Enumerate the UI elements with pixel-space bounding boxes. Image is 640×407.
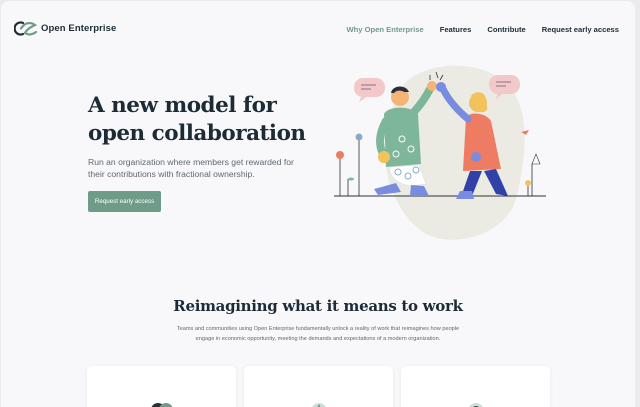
page: Open Enterprise Why Open Enterprise Feat…	[1, 1, 635, 407]
badge-icon	[469, 403, 483, 407]
nav-link-contribute[interactable]: Contribute	[487, 25, 525, 34]
nav-link-request-early-access[interactable]: Request early access	[542, 25, 619, 34]
hero-subtitle: Run an organization where members get re…	[88, 157, 294, 179]
open-enterprise-logo-icon	[14, 21, 38, 36]
tree-icon	[312, 403, 326, 407]
hero-title: A new model for open collaboration	[88, 92, 308, 148]
brand-name: Open Enterprise	[41, 23, 117, 34]
section-description: Teams and communities using Open Enterpr…	[176, 326, 460, 342]
request-early-access-button[interactable]: Request early access	[88, 191, 161, 212]
feature-card-1[interactable]	[87, 366, 236, 407]
nav-link-why-open-enterprise[interactable]: Why Open Enterprise	[346, 25, 423, 34]
nav-link-features[interactable]: Features	[440, 25, 472, 34]
hero-illustration	[334, 65, 546, 240]
nav-links: Why Open Enterprise Features Contribute …	[346, 25, 619, 34]
section-title: Reimagining what it means to work	[173, 297, 463, 315]
feature-card-2[interactable]	[244, 366, 393, 407]
plant-left-icon	[336, 133, 363, 196]
top-nav: Open Enterprise Why Open Enterprise Feat…	[1, 1, 635, 57]
people-icon	[151, 403, 173, 407]
hero-title-line-2: open collaboration	[88, 121, 306, 146]
brand-logo[interactable]: Open Enterprise	[14, 20, 116, 37]
speech-bubble-left-icon	[354, 78, 385, 102]
feature-card-3[interactable]	[401, 366, 550, 407]
hero-title-line-1: A new model for	[88, 93, 277, 118]
